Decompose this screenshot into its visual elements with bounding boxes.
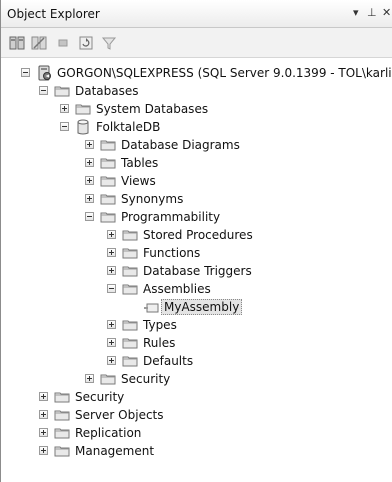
folder-icon <box>122 281 138 297</box>
folder-icon <box>122 317 138 333</box>
expand-toggle-icon[interactable] <box>85 374 94 383</box>
collapse-toggle-icon[interactable] <box>85 212 94 221</box>
object-explorer-panel: Object Explorer ▾ ⊥ ✕ GORGON\SQLEXPRESS … <box>0 0 392 482</box>
folder-icon <box>100 371 116 387</box>
expand-toggle-icon[interactable] <box>85 140 94 149</box>
collapse-toggle-icon[interactable] <box>21 68 30 77</box>
tree-node-label[interactable]: Functions <box>141 246 202 260</box>
disconnect-icon[interactable] <box>31 35 47 51</box>
assembly-icon <box>143 299 159 315</box>
expand-toggle-icon[interactable] <box>60 104 69 113</box>
tree-node-label[interactable]: Views <box>119 174 158 188</box>
connect-icon[interactable] <box>9 35 25 51</box>
object-tree: GORGON\SQLEXPRESS (SQL Server 9.0.1399 -… <box>1 58 392 482</box>
tree-node-label[interactable]: Programmability <box>119 210 222 224</box>
expand-toggle-icon[interactable] <box>85 194 94 203</box>
tree-node-label[interactable]: Defaults <box>141 354 195 368</box>
expand-toggle-icon[interactable] <box>107 356 116 365</box>
tree-node-label[interactable]: Replication <box>73 426 143 440</box>
folder-icon <box>122 353 138 369</box>
expand-toggle-icon[interactable] <box>107 320 116 329</box>
folder-icon <box>100 209 116 225</box>
folder-icon <box>100 173 116 189</box>
collapse-toggle-icon[interactable] <box>107 284 116 293</box>
expand-toggle-icon[interactable] <box>39 410 48 419</box>
expand-toggle-icon[interactable] <box>39 428 48 437</box>
panel-title: Object Explorer <box>7 7 100 21</box>
tree-node-label[interactable]: Server Objects <box>73 408 166 422</box>
tree-node-label[interactable]: Tables <box>119 156 160 170</box>
tree-node-label[interactable]: System Databases <box>94 102 210 116</box>
tree-node-label-selected[interactable]: MyAssembly <box>161 299 243 315</box>
folder-icon <box>75 101 91 117</box>
folder-icon <box>122 335 138 351</box>
folder-icon <box>54 443 70 459</box>
folder-icon <box>54 389 70 405</box>
folder-icon <box>54 425 70 441</box>
folder-icon <box>100 155 116 171</box>
folder-icon <box>122 227 138 243</box>
panel-toolbar <box>1 28 392 58</box>
collapse-toggle-icon[interactable] <box>39 86 48 95</box>
folder-icon <box>54 407 70 423</box>
expand-toggle-icon[interactable] <box>85 176 94 185</box>
refresh-icon[interactable] <box>78 35 94 51</box>
folder-icon <box>100 137 116 153</box>
close-icon[interactable]: ✕ <box>382 6 391 19</box>
expand-toggle-icon[interactable] <box>107 266 116 275</box>
expand-toggle-icon[interactable] <box>39 446 48 455</box>
folder-icon <box>54 83 70 99</box>
tree-node-label[interactable]: Database Diagrams <box>119 138 242 152</box>
tree-node-label[interactable]: Types <box>141 318 179 332</box>
panel-titlebar: Object Explorer ▾ ⊥ ✕ <box>1 0 392 28</box>
tree-node-label[interactable]: Security <box>73 390 126 404</box>
collapse-toggle-icon[interactable] <box>60 122 69 131</box>
dropdown-arrow-icon[interactable]: ▾ <box>353 6 359 19</box>
tree-node-label[interactable]: FolktaleDB <box>94 120 162 134</box>
tree-node-label[interactable]: Management <box>73 444 156 458</box>
expand-toggle-icon[interactable] <box>107 230 116 239</box>
expand-toggle-icon[interactable] <box>85 158 94 167</box>
stop-icon[interactable] <box>55 35 71 51</box>
filter-icon[interactable] <box>101 35 117 51</box>
tree-node-label[interactable]: Assemblies <box>141 282 213 296</box>
expand-toggle-icon[interactable] <box>107 338 116 347</box>
expand-toggle-icon[interactable] <box>107 248 116 257</box>
expand-toggle-icon[interactable] <box>39 392 48 401</box>
tree-node-label[interactable]: GORGON\SQLEXPRESS (SQL Server 9.0.1399 -… <box>55 66 392 80</box>
server-icon <box>36 65 52 81</box>
tree-node-label[interactable]: Rules <box>141 336 177 350</box>
tree-node-label[interactable]: Stored Procedures <box>141 228 255 242</box>
database-icon <box>75 119 91 135</box>
pin-icon[interactable]: ⊥ <box>367 6 377 19</box>
folder-icon <box>122 245 138 261</box>
folder-icon <box>100 191 116 207</box>
tree-node-label[interactable]: Security <box>119 372 172 386</box>
tree-node-label[interactable]: Database Triggers <box>141 264 254 278</box>
tree-node-label[interactable]: Synonyms <box>119 192 185 206</box>
folder-icon <box>122 263 138 279</box>
tree-node-label[interactable]: Databases <box>73 84 141 98</box>
